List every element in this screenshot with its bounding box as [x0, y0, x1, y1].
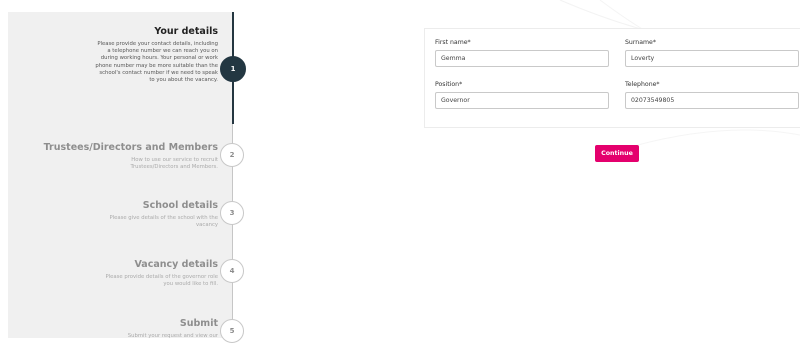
- telephone-label: Telephone*: [625, 81, 660, 88]
- step-trustees-directors[interactable]: Trustees/Directors and Members How to us…: [8, 142, 218, 171]
- continue-button[interactable]: Continue: [595, 145, 639, 162]
- step-description: Please provide your contact details, inc…: [95, 41, 218, 84]
- telephone-input[interactable]: 02073549805: [625, 92, 799, 109]
- first-name-label: First name*: [435, 39, 471, 46]
- position-input[interactable]: Governor: [435, 92, 609, 109]
- step-submit[interactable]: Submit Submit your request and view our: [8, 318, 218, 340]
- surname-label: Surname*: [625, 39, 656, 46]
- step-description: How to use our service to recruit Truste…: [130, 157, 219, 171]
- step-title: Submit: [179, 318, 218, 329]
- step-number-3[interactable]: 3: [220, 201, 244, 225]
- step-number-1[interactable]: 1: [220, 56, 246, 82]
- position-field: Position* Governor: [435, 81, 609, 109]
- first-name-input[interactable]: Gemma: [435, 50, 609, 67]
- steps-sidebar: Your details Please provide your contact…: [8, 12, 232, 340]
- surname-field: Surname* Loverty: [625, 39, 799, 67]
- step-school-details[interactable]: School details Please give details of th…: [8, 200, 218, 229]
- first-name-field: First name* Gemma: [435, 39, 609, 67]
- step-number-5[interactable]: 5: [220, 319, 244, 343]
- step-title: Your details: [154, 26, 218, 37]
- surname-input[interactable]: Loverty: [625, 50, 799, 67]
- step-vacancy-details[interactable]: Vacancy details Please provide details o…: [8, 259, 218, 288]
- step-description: Please give details of the school with t…: [109, 215, 218, 229]
- step-number-2[interactable]: 2: [220, 143, 244, 167]
- step-description: Submit your request and view our: [127, 333, 218, 339]
- step-title: Vacancy details: [134, 259, 218, 270]
- step-description: Please provide details of the governor r…: [105, 274, 218, 288]
- step-title: Trustees/Directors and Members: [43, 142, 218, 153]
- step-title: School details: [142, 200, 218, 211]
- position-label: Position*: [435, 81, 463, 88]
- telephone-field: Telephone* 02073549805: [625, 81, 799, 109]
- step-number-4[interactable]: 4: [220, 259, 244, 283]
- step-your-details[interactable]: Your details Please provide your contact…: [8, 26, 218, 84]
- details-form: First name* Gemma Surname* Loverty Posit…: [424, 28, 800, 128]
